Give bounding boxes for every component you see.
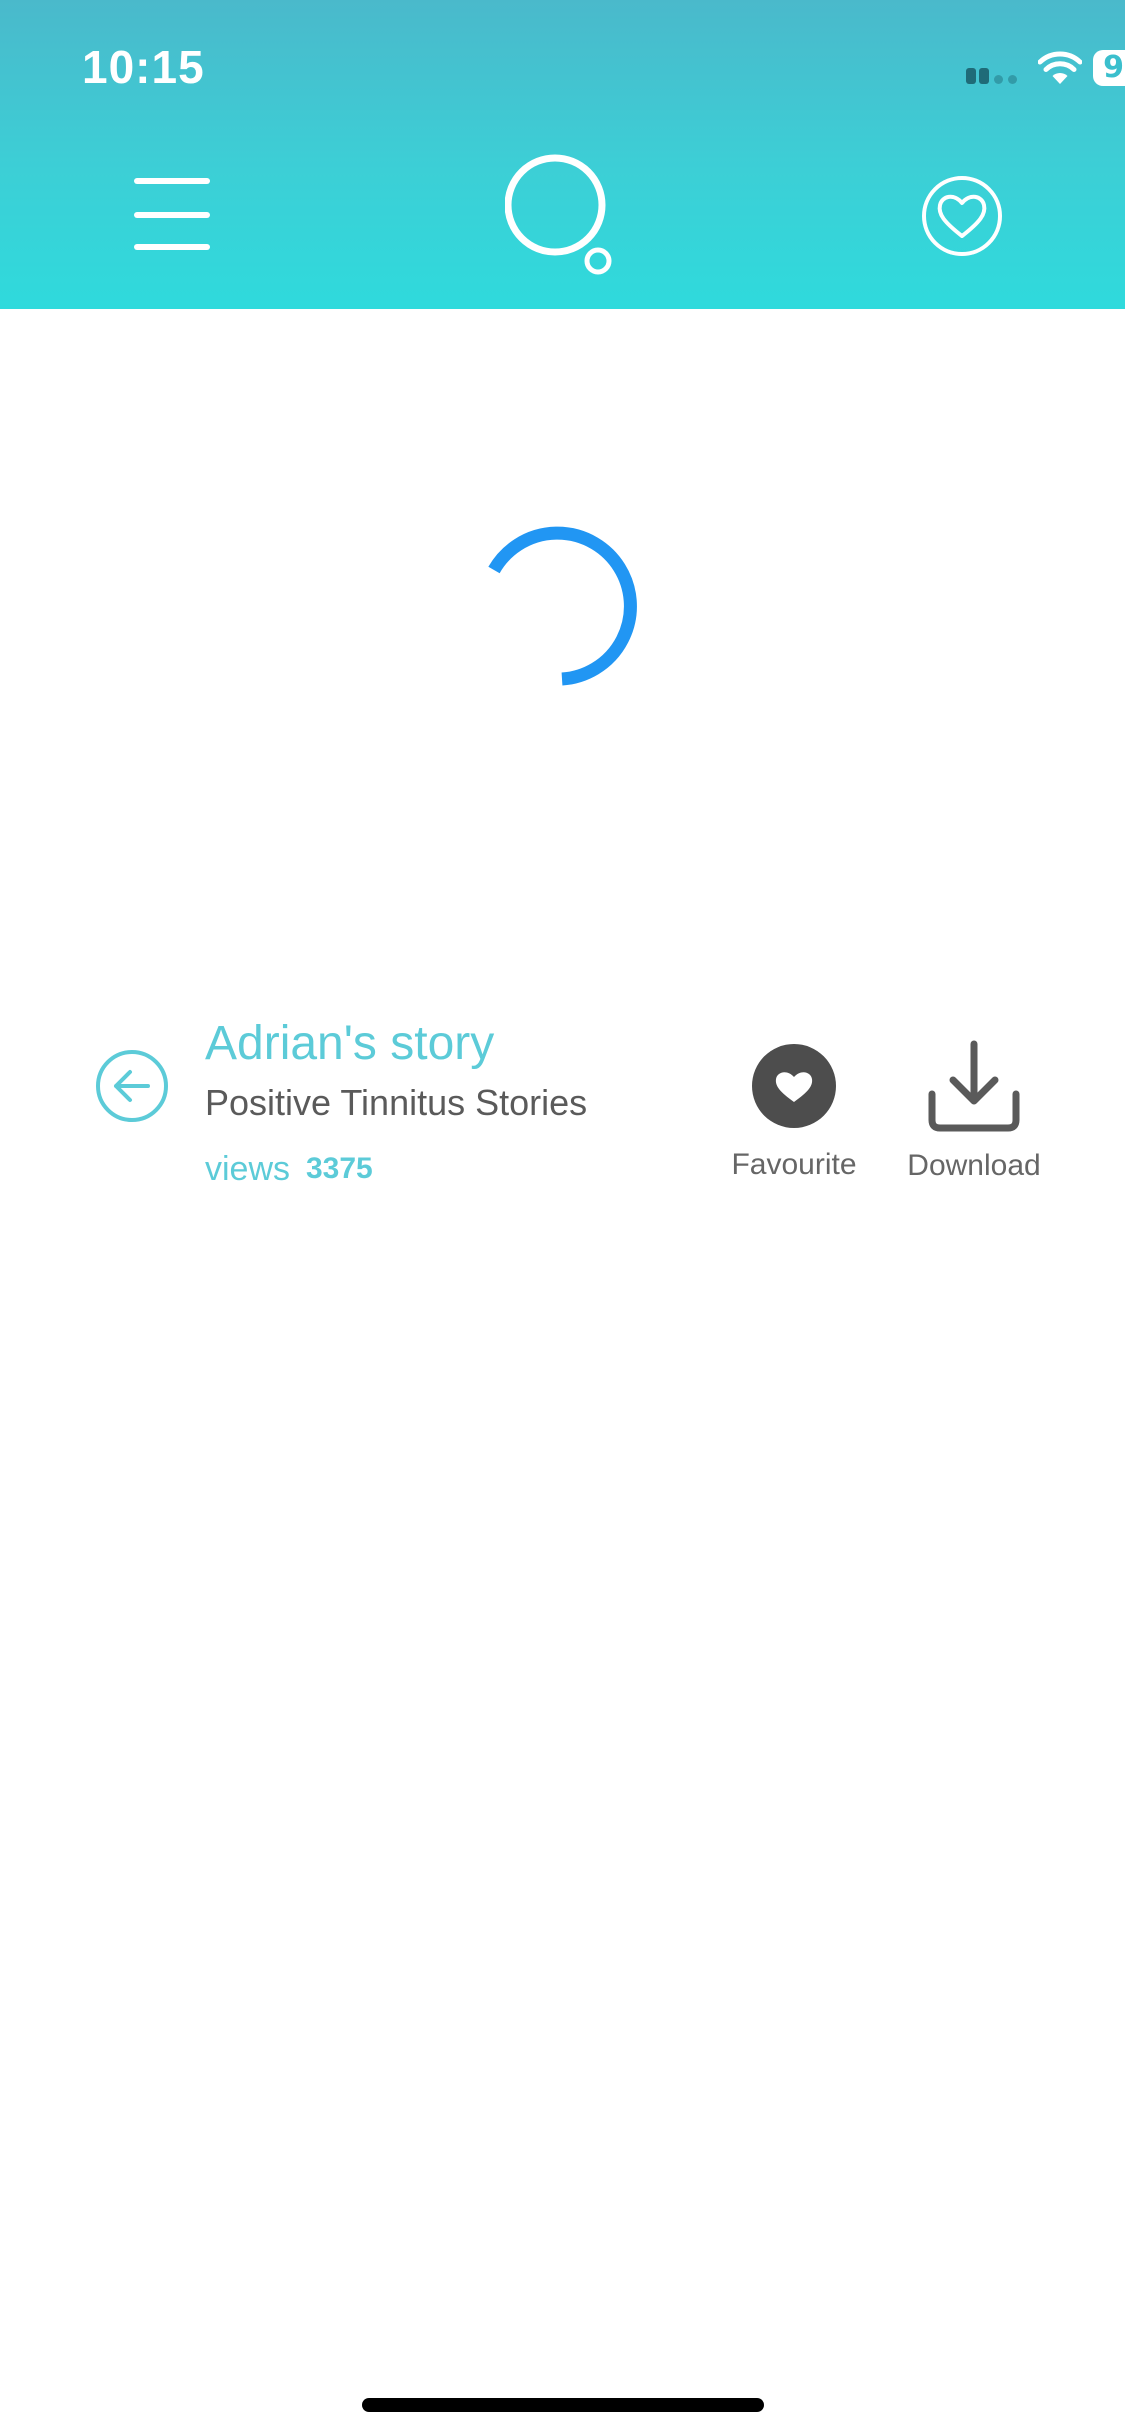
download-button[interactable]: Download <box>894 1040 1054 1183</box>
download-label: Download <box>907 1149 1041 1182</box>
menu-button[interactable] <box>134 178 210 250</box>
app-header: 10:15 98 <box>0 0 1125 309</box>
wifi-icon <box>1038 51 1082 84</box>
status-time: 10:15 <box>82 41 205 93</box>
loading-spinner-icon <box>488 526 637 686</box>
hamburger-icon <box>134 178 210 184</box>
story-category: Positive Tinnitus Stories <box>205 1082 588 1123</box>
back-arrow-icon[interactable] <box>94 1048 170 1124</box>
story-title: Adrian's story <box>205 1017 495 1070</box>
download-icon <box>928 1040 1020 1132</box>
views-label: views <box>205 1150 291 1188</box>
bubble-logo-icon[interactable] <box>505 153 615 278</box>
favourite-label: Favourite <box>731 1148 857 1181</box>
battery-level: 98 <box>1093 50 1125 86</box>
heart-icon <box>752 1044 836 1128</box>
heart-circle-icon[interactable] <box>920 174 1004 258</box>
views-count: 3375 <box>306 1152 373 1185</box>
favourite-button[interactable]: Favourite <box>714 1040 874 1182</box>
home-indicator[interactable] <box>362 2398 764 2412</box>
cellular-signal-icon <box>966 68 1022 84</box>
